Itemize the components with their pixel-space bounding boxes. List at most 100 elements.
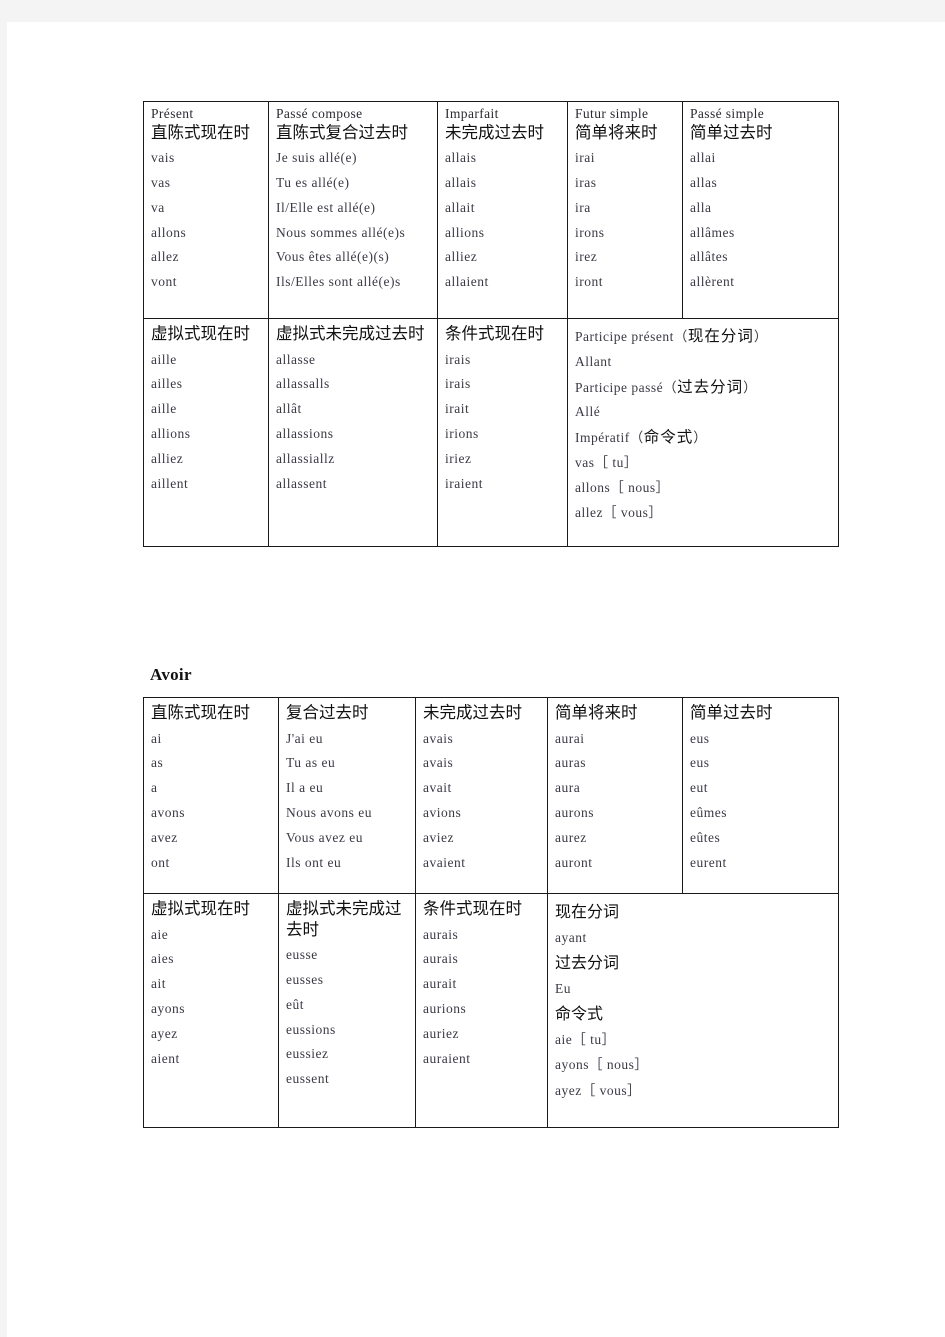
table-row: 直陈式现在时 ai as a avons avez ont 复合过去时 J'ai…: [143, 697, 839, 894]
verb-form: eussions: [286, 1021, 336, 1037]
imperative-form: vas［ tu］: [575, 454, 638, 470]
participle-line: Allant: [575, 353, 612, 369]
verb-form: avais: [423, 755, 454, 771]
verb-form: eurent: [690, 854, 727, 870]
verb-form: avait: [423, 780, 452, 796]
cell-heading-cn: 条件式现在时: [445, 324, 544, 343]
verb-form: irais: [445, 351, 471, 367]
verb-form: ayons: [151, 1001, 185, 1017]
verb-form-list: allasse allassalls allât allassions alla…: [276, 348, 437, 497]
cell-heading-cn: 条件式现在时: [423, 899, 522, 918]
table-row: 虚拟式现在时 aille ailles aille allions alliez…: [143, 318, 839, 547]
verb-form: auront: [555, 854, 593, 870]
verb-form-list: aie aies ait ayons ayez aient: [151, 923, 278, 1072]
verb-form: eussiez: [286, 1046, 329, 1062]
cell-present: Présent 直陈式现在时 vais vas va allons allez …: [143, 101, 269, 319]
verb-form-list: irai iras ira irons irez iront: [575, 146, 682, 295]
verb-form: avais: [423, 730, 454, 746]
verb-form: eûmes: [690, 805, 727, 821]
present-participle-label: 现在分词: [555, 902, 620, 921]
verb-form: alla: [690, 199, 712, 215]
cell-heading-cn: 简单过去时: [690, 122, 773, 142]
page-left-margin-band: [0, 22, 7, 1337]
verb-form: Il/Elle est allé(e): [276, 199, 376, 215]
verb-form: aurais: [423, 951, 459, 967]
verb-form: aillent: [151, 475, 189, 491]
cell-subjonctif-present: 虚拟式现在时 aille ailles aille allions alliez…: [143, 318, 269, 547]
verb-form: Vous avez eu: [286, 829, 363, 845]
participle-line: Participe passé（过去分词）: [575, 377, 758, 396]
conjugation-table-avoir: 直陈式现在时 ai as a avons avez ont 复合过去时 J'ai…: [143, 697, 839, 1128]
verb-form: ait: [151, 976, 166, 992]
verb-form: ayez: [151, 1025, 178, 1041]
cell-passe-compose: 复合过去时 J'ai eu Tu as eu Il a eu Nous avon…: [278, 697, 416, 894]
verb-form: auraient: [423, 1050, 471, 1066]
verb-form: aurons: [555, 805, 594, 821]
imperative-form: allez［ vous］: [575, 504, 663, 520]
conjugation-table-aller: Présent 直陈式现在时 vais vas va allons allez …: [143, 101, 839, 547]
verb-form: aviez: [423, 829, 454, 845]
imperative-heading-line: Impératif（命令式）: [575, 428, 708, 447]
verb-form: va: [151, 199, 165, 215]
verb-form: eut: [690, 780, 708, 796]
verb-form: irai: [575, 150, 595, 166]
verb-form: irais: [445, 376, 471, 392]
cell-passe-simple: Passé simple 简单过去时 allai allas alla allâ…: [682, 101, 839, 319]
cell-heading-cn: 直陈式复合过去时: [276, 122, 408, 142]
verb-form: as: [151, 755, 164, 771]
verb-form: allions: [445, 224, 485, 240]
cell-heading-cn: 简单将来时: [575, 122, 658, 142]
imperative-form: ayez［ vous］: [555, 1082, 642, 1098]
document-sheet: Présent 直陈式现在时 vais vas va allons allez …: [7, 22, 945, 1337]
verb-form: eûtes: [690, 829, 721, 845]
verb-form: Nous avons eu: [286, 805, 372, 821]
verb-form: vont: [151, 274, 178, 290]
verb-form-list: allais allais allait allions alliez alla…: [445, 146, 567, 295]
cell-participles-imperative: Participe présent（现在分词） Allant Participe…: [567, 318, 839, 547]
verb-form: irons: [575, 224, 605, 240]
cell-heading-cn: 复合过去时: [286, 703, 369, 722]
verb-form: allâmes: [690, 224, 735, 240]
verb-form: allât: [276, 401, 302, 417]
verb-form: eût: [286, 996, 304, 1012]
verb-form: iraient: [445, 475, 483, 491]
verb-form: aurait: [423, 976, 457, 992]
verb-form-list: irais irais irait irions iriez iraient: [445, 348, 567, 497]
verb-form: Je suis allé(e): [276, 150, 357, 166]
verb-form: auriez: [423, 1025, 459, 1041]
participle-line: Participe présent（现在分词）: [575, 327, 768, 345]
verb-form: avons: [151, 805, 185, 821]
cell-subjonctif-present: 虚拟式现在时 aie aies ait ayons ayez aient: [143, 893, 279, 1128]
cell-heading-cn: 虚拟式现在时: [151, 899, 250, 918]
present-participle-form: ayant: [555, 929, 587, 945]
verb-form: alliez: [151, 450, 184, 466]
past-participle-form: Eu: [555, 980, 571, 996]
verb-form-list: aille ailles aille allions alliez aillen…: [151, 348, 268, 497]
imperative-form: ayons［ nous］: [555, 1057, 649, 1072]
verb-form-list: allai allas alla allâmes allâtes allèren…: [690, 146, 838, 295]
cell-heading-cn: 虚拟式未完成过去时: [276, 324, 425, 343]
cell-conditionnel-present: 条件式现在时 aurais aurais aurait aurions auri…: [415, 893, 548, 1128]
cell-present: 直陈式现在时 ai as a avons avez ont: [143, 697, 279, 894]
verb-form: allons: [151, 224, 187, 240]
cell-imparfait: Imparfait 未完成过去时 allais allais allait al…: [437, 101, 568, 319]
cell-heading-cn: 虚拟式现在时: [151, 324, 250, 343]
verb-form: allai: [690, 150, 716, 166]
verb-form: allais: [445, 150, 477, 166]
verb-form-list: ai as a avons avez ont: [151, 727, 278, 876]
verb-form-list: avais avais avait avions aviez avaient: [423, 727, 547, 876]
verb-form-list: aurai auras aura aurons aurez auront: [555, 727, 682, 876]
past-participle-label: 过去分词: [555, 953, 620, 972]
verb-form: avions: [423, 805, 462, 821]
verb-form: a: [151, 780, 158, 796]
verb-form: vas: [151, 174, 171, 190]
table-row: 虚拟式现在时 aie aies ait ayons ayez aient 虚拟式…: [143, 893, 839, 1128]
verb-form-list: Je suis allé(e) Tu es allé(e) Il/Elle es…: [276, 146, 437, 295]
cell-heading-fr: Futur simple: [575, 106, 649, 121]
verb-title-avoir: Avoir: [150, 665, 192, 684]
participle-line: Allé: [575, 404, 601, 420]
verb-form: ai: [151, 730, 162, 746]
verb-form-list: vais vas va allons allez vont: [151, 146, 268, 295]
verb-form: allâtes: [690, 249, 728, 265]
verb-form: alliez: [445, 249, 478, 265]
